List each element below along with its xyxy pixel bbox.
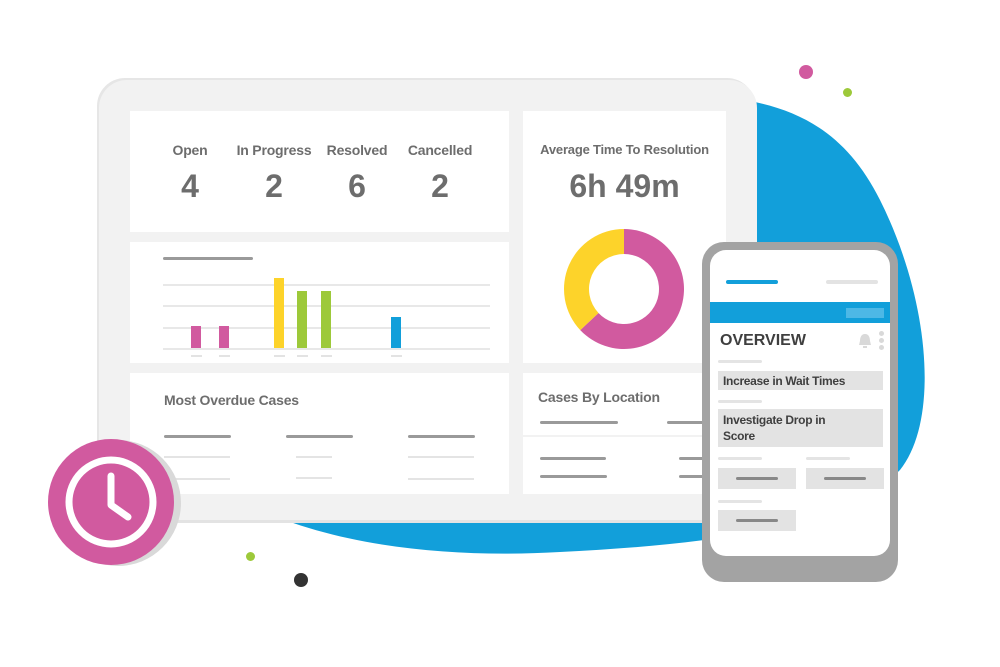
x-tick-placeholder	[191, 355, 202, 357]
placeholder-line	[718, 457, 762, 460]
resolution-title: Average Time To Resolution	[540, 142, 709, 157]
column-header-placeholder	[540, 421, 618, 424]
phone-screen: OVERVIEW Increase in Wait Times Investig…	[710, 250, 890, 556]
phone-header-bar	[710, 302, 890, 323]
cases-by-location-title: Cases By Location	[538, 389, 660, 405]
placeholder-card[interactable]	[718, 468, 796, 489]
bar	[274, 278, 284, 348]
stats-panel: Open 4 In Progress 2 Resolved 6 Cancelle…	[130, 111, 509, 232]
gridline	[163, 284, 490, 286]
stat-label-cancelled: Cancelled	[407, 142, 473, 158]
resolution-panel: Average Time To Resolution 6h 49m	[523, 111, 726, 363]
divider	[523, 435, 726, 437]
row-placeholder	[408, 456, 474, 458]
decorative-dot-green	[843, 88, 852, 97]
column-header-placeholder	[408, 435, 475, 438]
phone-tab[interactable]	[826, 280, 878, 284]
clock-badge	[47, 438, 181, 568]
x-tick-placeholder	[297, 355, 308, 357]
most-overdue-panel: Most Overdue Cases	[130, 373, 509, 494]
bar	[391, 317, 401, 348]
bar	[297, 291, 307, 348]
placeholder-line	[718, 500, 762, 503]
stat-label-in-progress: In Progress	[236, 142, 312, 158]
stat-value-resolved: 6	[348, 168, 366, 204]
placeholder-card[interactable]	[806, 468, 884, 489]
card-text: Investigate Drop in Score	[723, 413, 826, 443]
placeholder-line	[718, 360, 762, 363]
placeholder-card[interactable]	[718, 510, 796, 531]
chart-title-placeholder	[163, 257, 253, 260]
x-tick-placeholder	[219, 355, 230, 357]
decorative-dot-dark	[294, 573, 308, 587]
most-overdue-title: Most Overdue Cases	[164, 392, 299, 408]
x-tick-placeholder	[274, 355, 285, 357]
row-placeholder	[296, 477, 332, 479]
placeholder-line	[806, 457, 850, 460]
stat-value-cancelled: 2	[431, 168, 449, 204]
donut-segment-yellow	[564, 229, 624, 331]
phone-title: OVERVIEW	[720, 332, 806, 349]
bar-chart-panel	[130, 242, 509, 363]
bar	[219, 326, 229, 348]
column-header-placeholder	[286, 435, 353, 438]
resolution-donut-chart	[564, 229, 684, 349]
phone-device: OVERVIEW Increase in Wait Times Investig…	[702, 242, 898, 582]
resolution-value: 6h 49m	[569, 168, 680, 204]
decorative-dot-magenta	[799, 65, 813, 79]
row-placeholder	[408, 478, 474, 480]
stat-value-in-progress: 2	[265, 168, 283, 204]
phone-header-button[interactable]	[846, 308, 884, 318]
overview-card[interactable]: Investigate Drop in Score	[718, 409, 883, 447]
stat-label-open: Open	[172, 142, 208, 158]
clock-icon	[65, 456, 157, 548]
x-tick-placeholder	[321, 355, 332, 357]
column-header-placeholder	[667, 421, 707, 424]
x-tick-placeholder	[391, 355, 402, 357]
card-text: Increase in Wait Times	[723, 374, 846, 388]
baseline	[163, 348, 490, 350]
bell-icon[interactable]	[857, 332, 873, 350]
stat-label-resolved: Resolved	[326, 142, 388, 158]
overview-card[interactable]: Increase in Wait Times	[718, 371, 883, 390]
row-placeholder	[540, 457, 606, 460]
row-placeholder	[296, 456, 332, 458]
tablet-device: Open 4 In Progress 2 Resolved 6 Cancelle…	[99, 80, 757, 523]
kebab-menu-icon[interactable]	[879, 331, 885, 351]
placeholder-line	[718, 400, 762, 403]
cases-by-location-panel: Cases By Location	[523, 373, 726, 494]
decorative-dot-green	[246, 552, 255, 561]
phone-tab-active[interactable]	[726, 280, 778, 284]
row-placeholder	[540, 475, 607, 478]
stat-value-open: 4	[181, 168, 199, 204]
bar	[191, 326, 201, 348]
bar	[321, 291, 331, 348]
